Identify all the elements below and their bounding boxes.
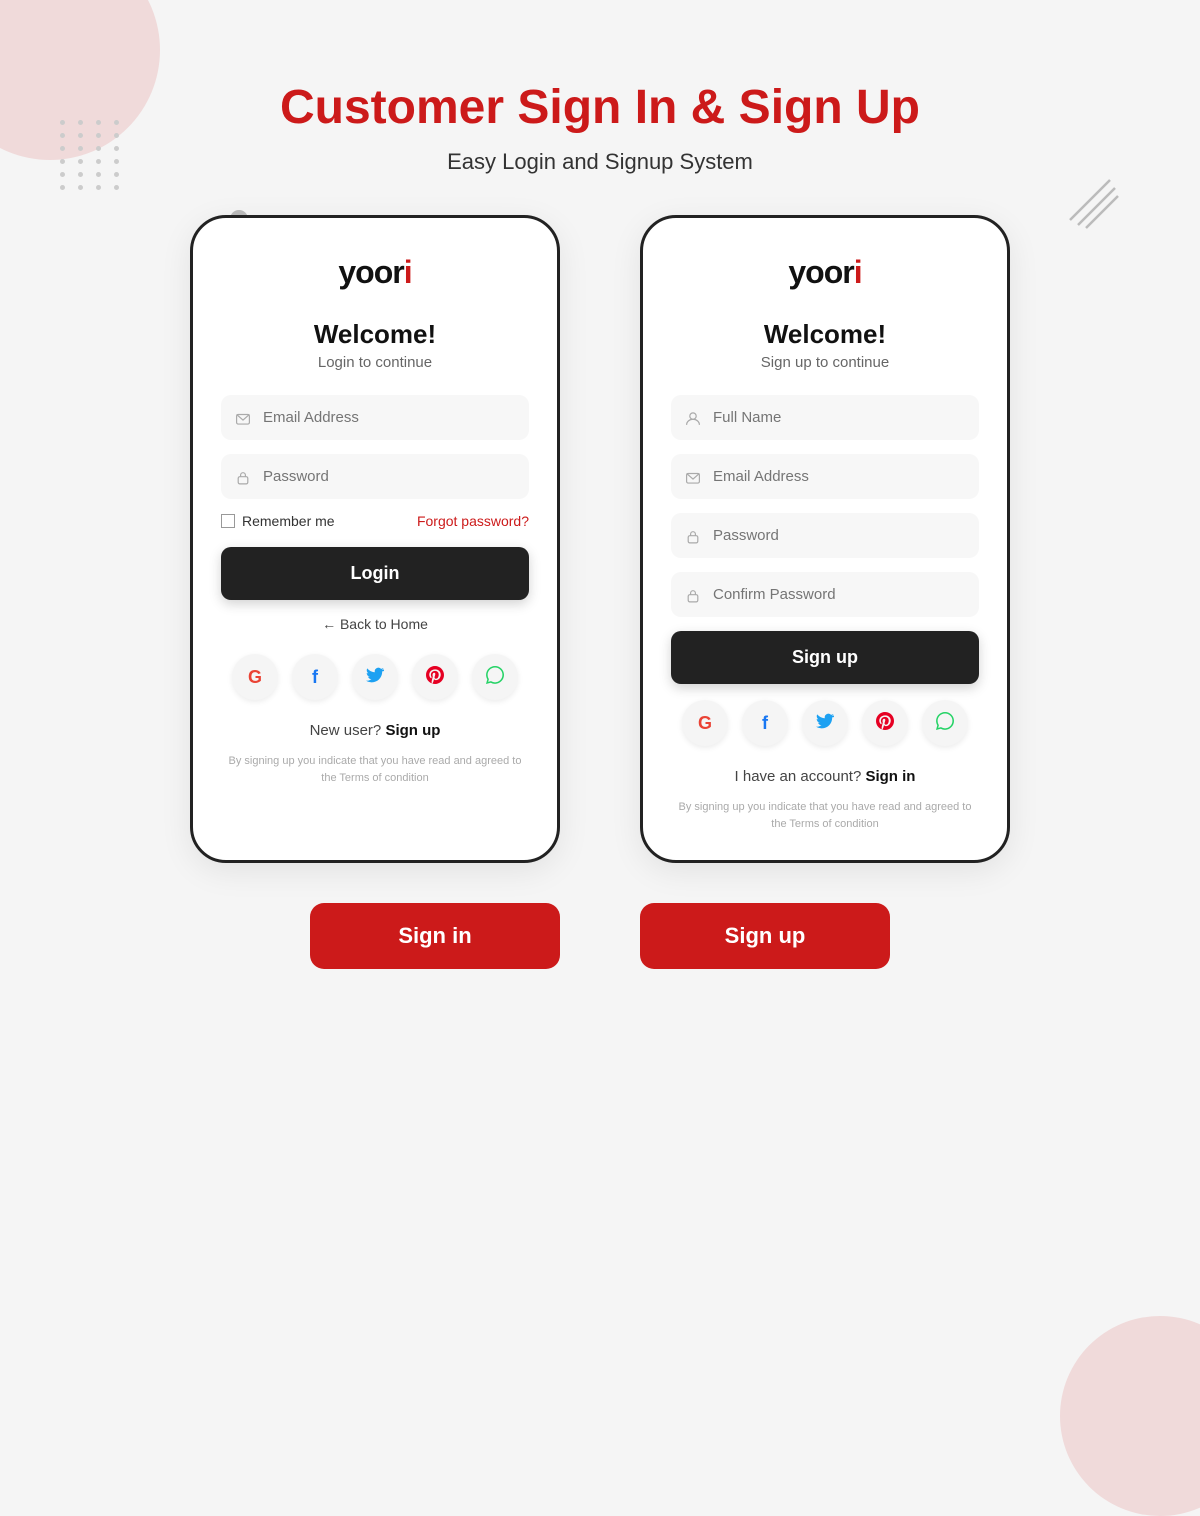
signup-phone-icon xyxy=(936,712,954,735)
signup-facebook-btn[interactable]: f xyxy=(742,700,788,746)
page-header: Customer Sign In & Sign Up Easy Login an… xyxy=(0,0,1200,215)
signin-google-btn[interactable]: G xyxy=(232,654,278,700)
signup-lock-icon xyxy=(685,527,701,544)
signup-pinterest-icon xyxy=(876,712,894,735)
bg-decoration-circle-bottom-right xyxy=(1060,1316,1200,1516)
phones-container: yoori Welcome! Login to continue xyxy=(0,215,1200,863)
user-icon xyxy=(685,409,701,426)
signup-phone-btn[interactable] xyxy=(922,700,968,746)
signup-facebook-icon: f xyxy=(762,713,768,734)
signin-card: yoori Welcome! Login to continue xyxy=(190,215,560,863)
signup-welcome-subtitle: Sign up to continue xyxy=(671,354,979,371)
signin-logo-text: yoori xyxy=(338,254,411,290)
back-home-link[interactable]: ← Back to Home xyxy=(221,616,529,632)
remember-text: Remember me xyxy=(242,513,335,529)
facebook-icon: f xyxy=(312,667,318,688)
phone-icon xyxy=(486,666,504,689)
login-button[interactable]: Login xyxy=(221,547,529,600)
remember-row: Remember me Forgot password? xyxy=(221,513,529,529)
signup-password-input[interactable] xyxy=(671,513,979,558)
signin-pinterest-btn[interactable] xyxy=(412,654,458,700)
signup-button[interactable]: Sign up xyxy=(671,631,979,684)
signin-lock-icon xyxy=(235,468,251,485)
signup-email-icon xyxy=(685,468,701,485)
signin-welcome: Welcome! Login to continue xyxy=(221,319,529,371)
bottom-buttons: Sign in Sign up xyxy=(0,863,1200,1009)
signup-fullname-input[interactable] xyxy=(671,395,979,440)
signin-terms: By signing up you indicate that you have… xyxy=(221,753,529,786)
signup-logo-text: yoori xyxy=(788,254,861,290)
signup-alt-link[interactable]: Sign in xyxy=(865,768,915,785)
signup-alt-text: I have an account? xyxy=(735,768,862,785)
forgot-password-link[interactable]: Forgot password? xyxy=(417,513,529,529)
email-icon xyxy=(235,409,251,426)
signup-terms: By signing up you indicate that you have… xyxy=(671,799,979,832)
signup-fullname-group xyxy=(671,395,979,440)
signin-welcome-subtitle: Login to continue xyxy=(221,354,529,371)
signin-email-input[interactable] xyxy=(221,395,529,440)
signup-pinterest-btn[interactable] xyxy=(862,700,908,746)
signin-logo: yoori xyxy=(221,254,529,291)
signup-logo: yoori xyxy=(671,254,979,291)
signin-social-row: G f xyxy=(221,654,529,700)
bottom-signup-button[interactable]: Sign up xyxy=(640,903,890,969)
signup-google-btn[interactable]: G xyxy=(682,700,728,746)
signin-phone-btn[interactable] xyxy=(472,654,518,700)
page-subtitle: Easy Login and Signup System xyxy=(0,149,1200,175)
signup-email-input[interactable] xyxy=(671,454,979,499)
bottom-signin-button[interactable]: Sign in xyxy=(310,903,560,969)
signup-password-group xyxy=(671,513,979,558)
page-title: Customer Sign In & Sign Up xyxy=(0,80,1200,135)
signin-alt-link[interactable]: Sign up xyxy=(385,722,440,739)
signup-social-row: G f xyxy=(671,700,979,746)
signin-alt-auth: New user? Sign up xyxy=(221,722,529,739)
signup-welcome-title: Welcome! xyxy=(671,319,979,350)
signup-confirm-input[interactable] xyxy=(671,572,979,617)
twitter-icon xyxy=(366,667,384,688)
google-icon: G xyxy=(248,667,262,688)
signin-facebook-btn[interactable]: f xyxy=(292,654,338,700)
signup-welcome: Welcome! Sign up to continue xyxy=(671,319,979,371)
remember-label[interactable]: Remember me xyxy=(221,513,335,529)
signin-twitter-btn[interactable] xyxy=(352,654,398,700)
signup-alt-auth: I have an account? Sign in xyxy=(671,768,979,785)
signin-email-group xyxy=(221,395,529,440)
signin-password-input[interactable] xyxy=(221,454,529,499)
pinterest-icon xyxy=(426,666,444,689)
signup-confirm-group xyxy=(671,572,979,617)
signup-confirm-lock-icon xyxy=(685,586,701,603)
signin-alt-text: New user? xyxy=(310,722,382,739)
signup-twitter-btn[interactable] xyxy=(802,700,848,746)
signup-google-icon: G xyxy=(698,713,712,734)
remember-checkbox[interactable] xyxy=(221,514,235,528)
signin-welcome-title: Welcome! xyxy=(221,319,529,350)
signup-logo-dot: i xyxy=(854,254,862,290)
signup-card: yoori Welcome! Sign up to continue xyxy=(640,215,1010,863)
signin-logo-dot: i xyxy=(404,254,412,290)
signin-password-group xyxy=(221,454,529,499)
signup-email-group xyxy=(671,454,979,499)
signup-twitter-icon xyxy=(816,713,834,734)
